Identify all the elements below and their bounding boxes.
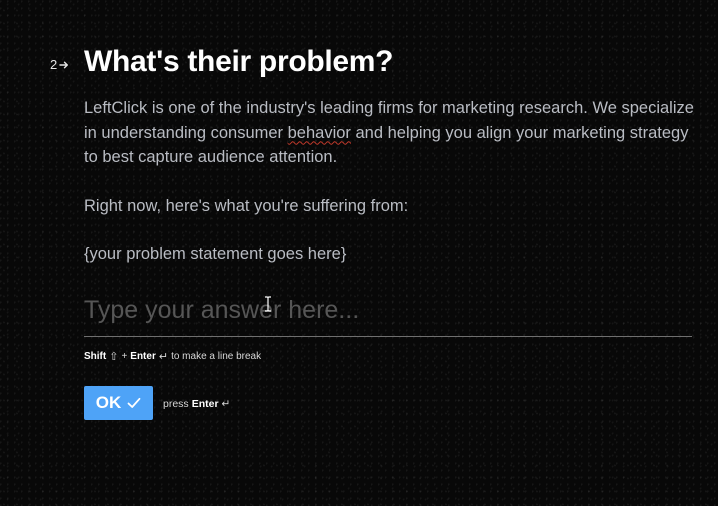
enter-icon: ↵: [158, 351, 169, 363]
line-break-hint: Shift ⇧ + Enter ↵ to make a line break: [84, 350, 261, 363]
answer-field[interactable]: [84, 296, 692, 337]
shift-icon: ⇧: [109, 351, 119, 363]
question-description: LeftClick is one of the industry's leadi…: [84, 96, 694, 267]
hint-plus: +: [121, 351, 128, 362]
enter-icon: ↵: [221, 398, 231, 410]
question-number-label: 2: [50, 57, 58, 72]
press-enter-hint: press Enter ↵: [163, 398, 230, 410]
hint-text: to make a line break: [171, 351, 262, 362]
text-cursor-icon: [265, 296, 271, 312]
hint-enter-key: Enter: [130, 351, 156, 362]
question-title: What's their problem?: [84, 45, 394, 78]
press-label: press: [163, 398, 189, 410]
submit-row: OK press Enter ↵: [84, 386, 230, 420]
ok-button[interactable]: OK: [84, 386, 153, 420]
answer-input[interactable]: [84, 296, 692, 332]
question-number: 2: [50, 57, 69, 72]
ok-button-label: OK: [95, 393, 122, 412]
description-paragraph-2: Right now, here's what you're suffering …: [84, 196, 409, 215]
description-paragraph-1: LeftClick is one of the industry's leadi…: [84, 96, 694, 170]
form-page: 2 What's their problem? LeftClick is one…: [0, 0, 718, 506]
press-enter-key: Enter: [191, 398, 219, 410]
hint-shift-key: Shift: [84, 351, 107, 362]
check-icon: [127, 397, 141, 408]
arrow-right-icon: [59, 61, 69, 68]
description-paragraph-3: {your problem statement goes here}: [84, 245, 347, 263]
spellcheck-word[interactable]: behavior: [288, 124, 351, 142]
